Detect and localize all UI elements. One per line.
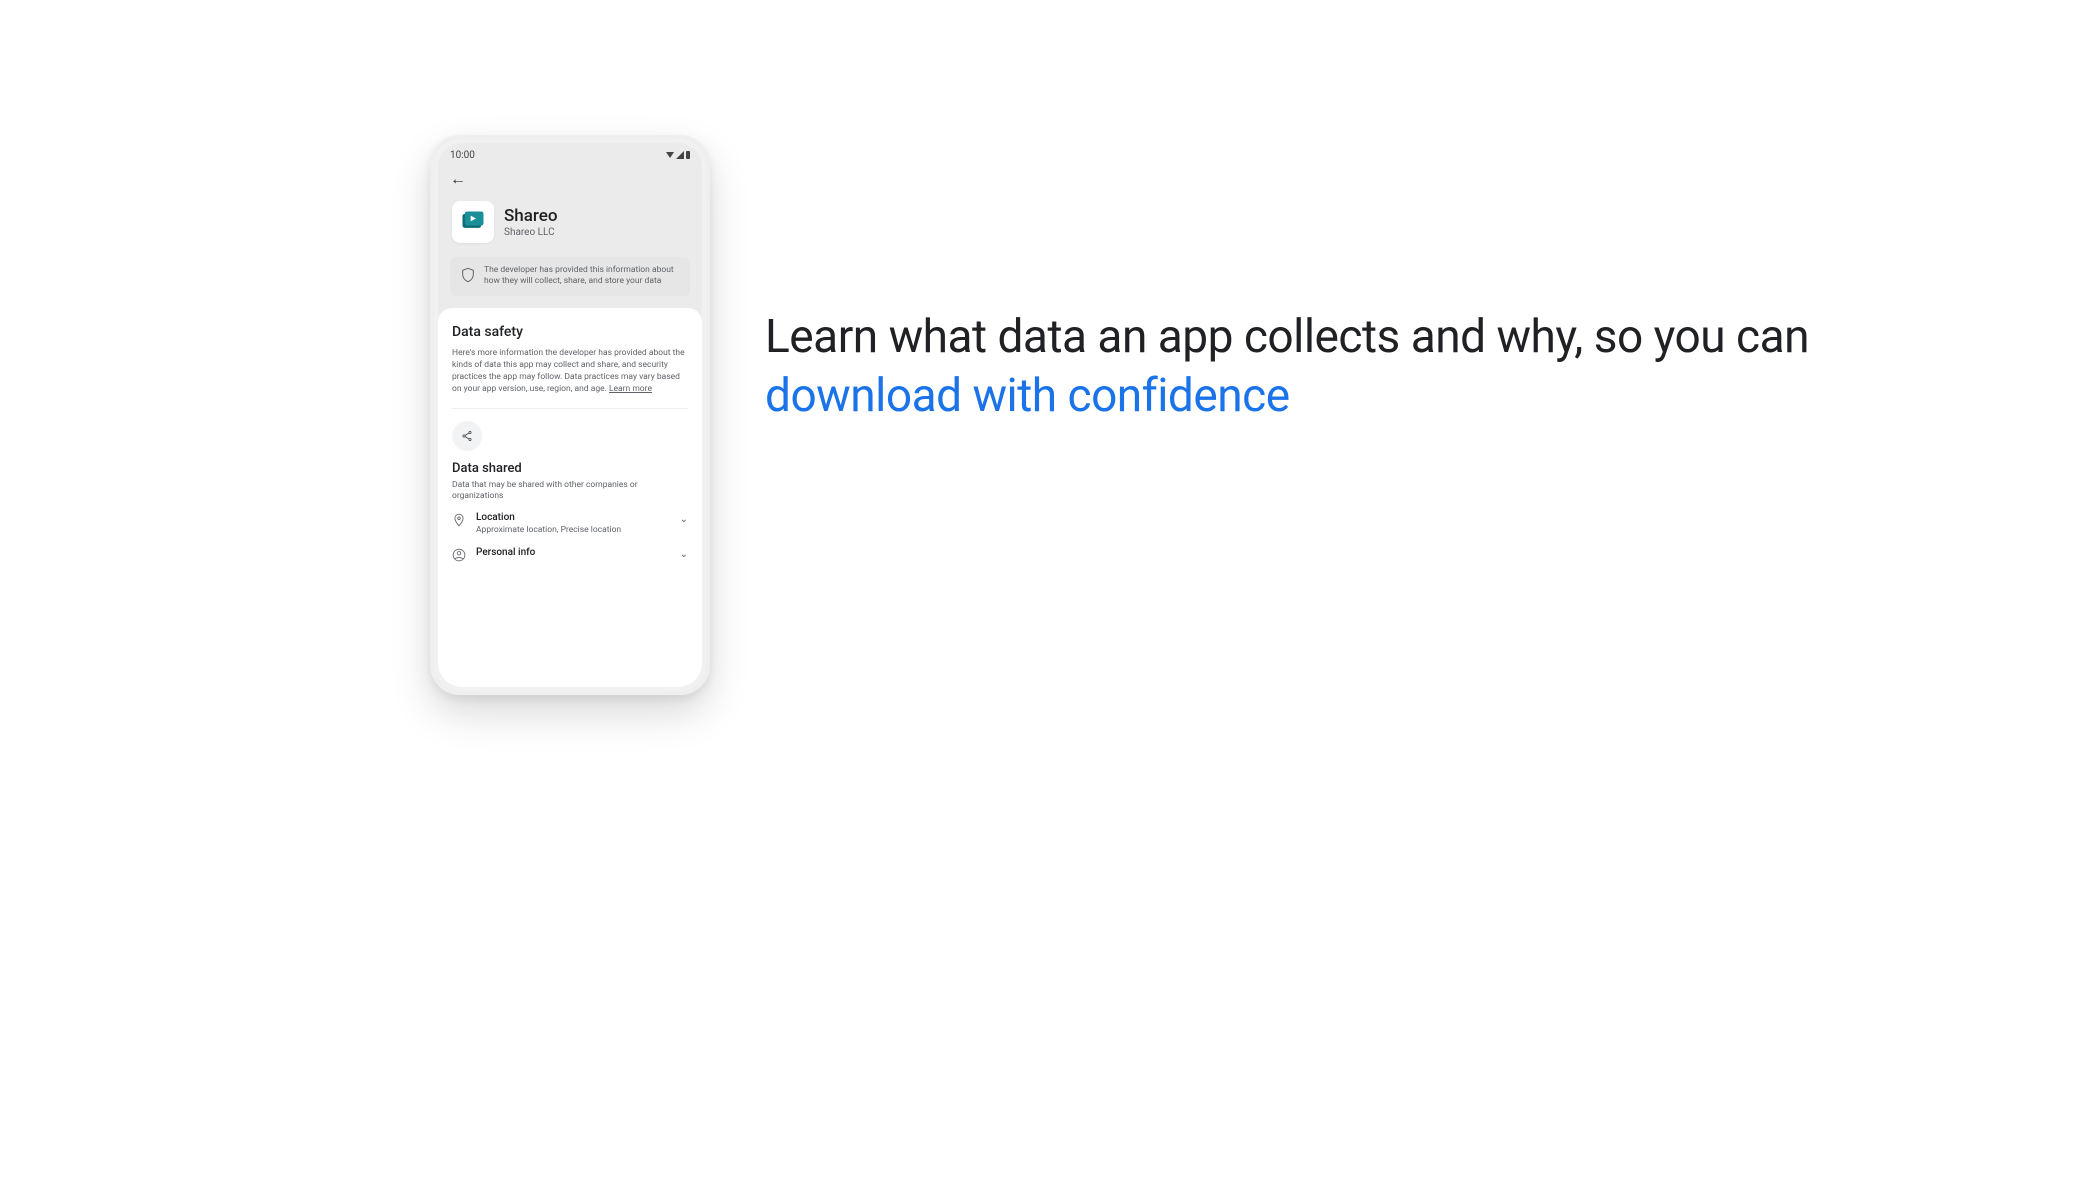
shield-icon: [460, 267, 476, 283]
data-safety-body: Here's more information the developer ha…: [452, 348, 688, 396]
data-shared-subtitle: Data that may be shared with other compa…: [452, 480, 688, 503]
divider: [452, 408, 688, 409]
person-icon: [452, 548, 466, 562]
signal-icon: [676, 151, 684, 159]
row-label: Personal info: [476, 547, 670, 558]
share-icon-circle: [452, 421, 482, 451]
headline-highlight: download with confidence: [765, 369, 1290, 423]
nav-bar: ←: [438, 167, 702, 191]
chevron-down-icon: ⌄: [680, 514, 688, 525]
battery-icon: [686, 151, 690, 159]
data-shared-heading: Data shared: [452, 461, 688, 476]
learn-more-link[interactable]: Learn more: [609, 384, 652, 394]
app-publisher[interactable]: Shareo LLC: [504, 227, 558, 238]
headline-part1: Learn what data an app collects and why,…: [765, 310, 1809, 364]
app-icon[interactable]: [452, 201, 494, 243]
row-desc: Approximate location, Precise location: [476, 525, 670, 535]
share-icon: [461, 430, 473, 442]
data-safety-heading: Data safety: [452, 324, 688, 340]
back-arrow-icon[interactable]: ←: [450, 171, 466, 187]
app-title: Shareo: [504, 206, 558, 226]
content-card: Data safety Here's more information the …: [438, 308, 702, 687]
chevron-down-icon: ⌄: [680, 549, 688, 560]
phone-screen: 10:00 ← Share: [438, 143, 702, 687]
info-banner: The developer has provided this informat…: [450, 257, 690, 296]
data-row-location[interactable]: Location Approximate location, Precise l…: [452, 502, 688, 537]
data-row-personal-info[interactable]: Personal info ⌄: [452, 537, 688, 564]
app-header: Shareo Shareo LLC: [438, 191, 702, 257]
location-pin-icon: [452, 513, 466, 527]
marketing-headline: Learn what data an app collects and why,…: [765, 308, 1865, 426]
info-banner-text: The developer has provided this informat…: [484, 265, 680, 288]
wifi-icon: [666, 152, 674, 158]
shareo-app-logo-icon: [459, 208, 487, 236]
status-bar: 10:00: [438, 143, 702, 167]
status-time: 10:00: [450, 150, 475, 161]
row-label: Location: [476, 512, 670, 523]
phone-mockup: 10:00 ← Share: [430, 135, 710, 695]
